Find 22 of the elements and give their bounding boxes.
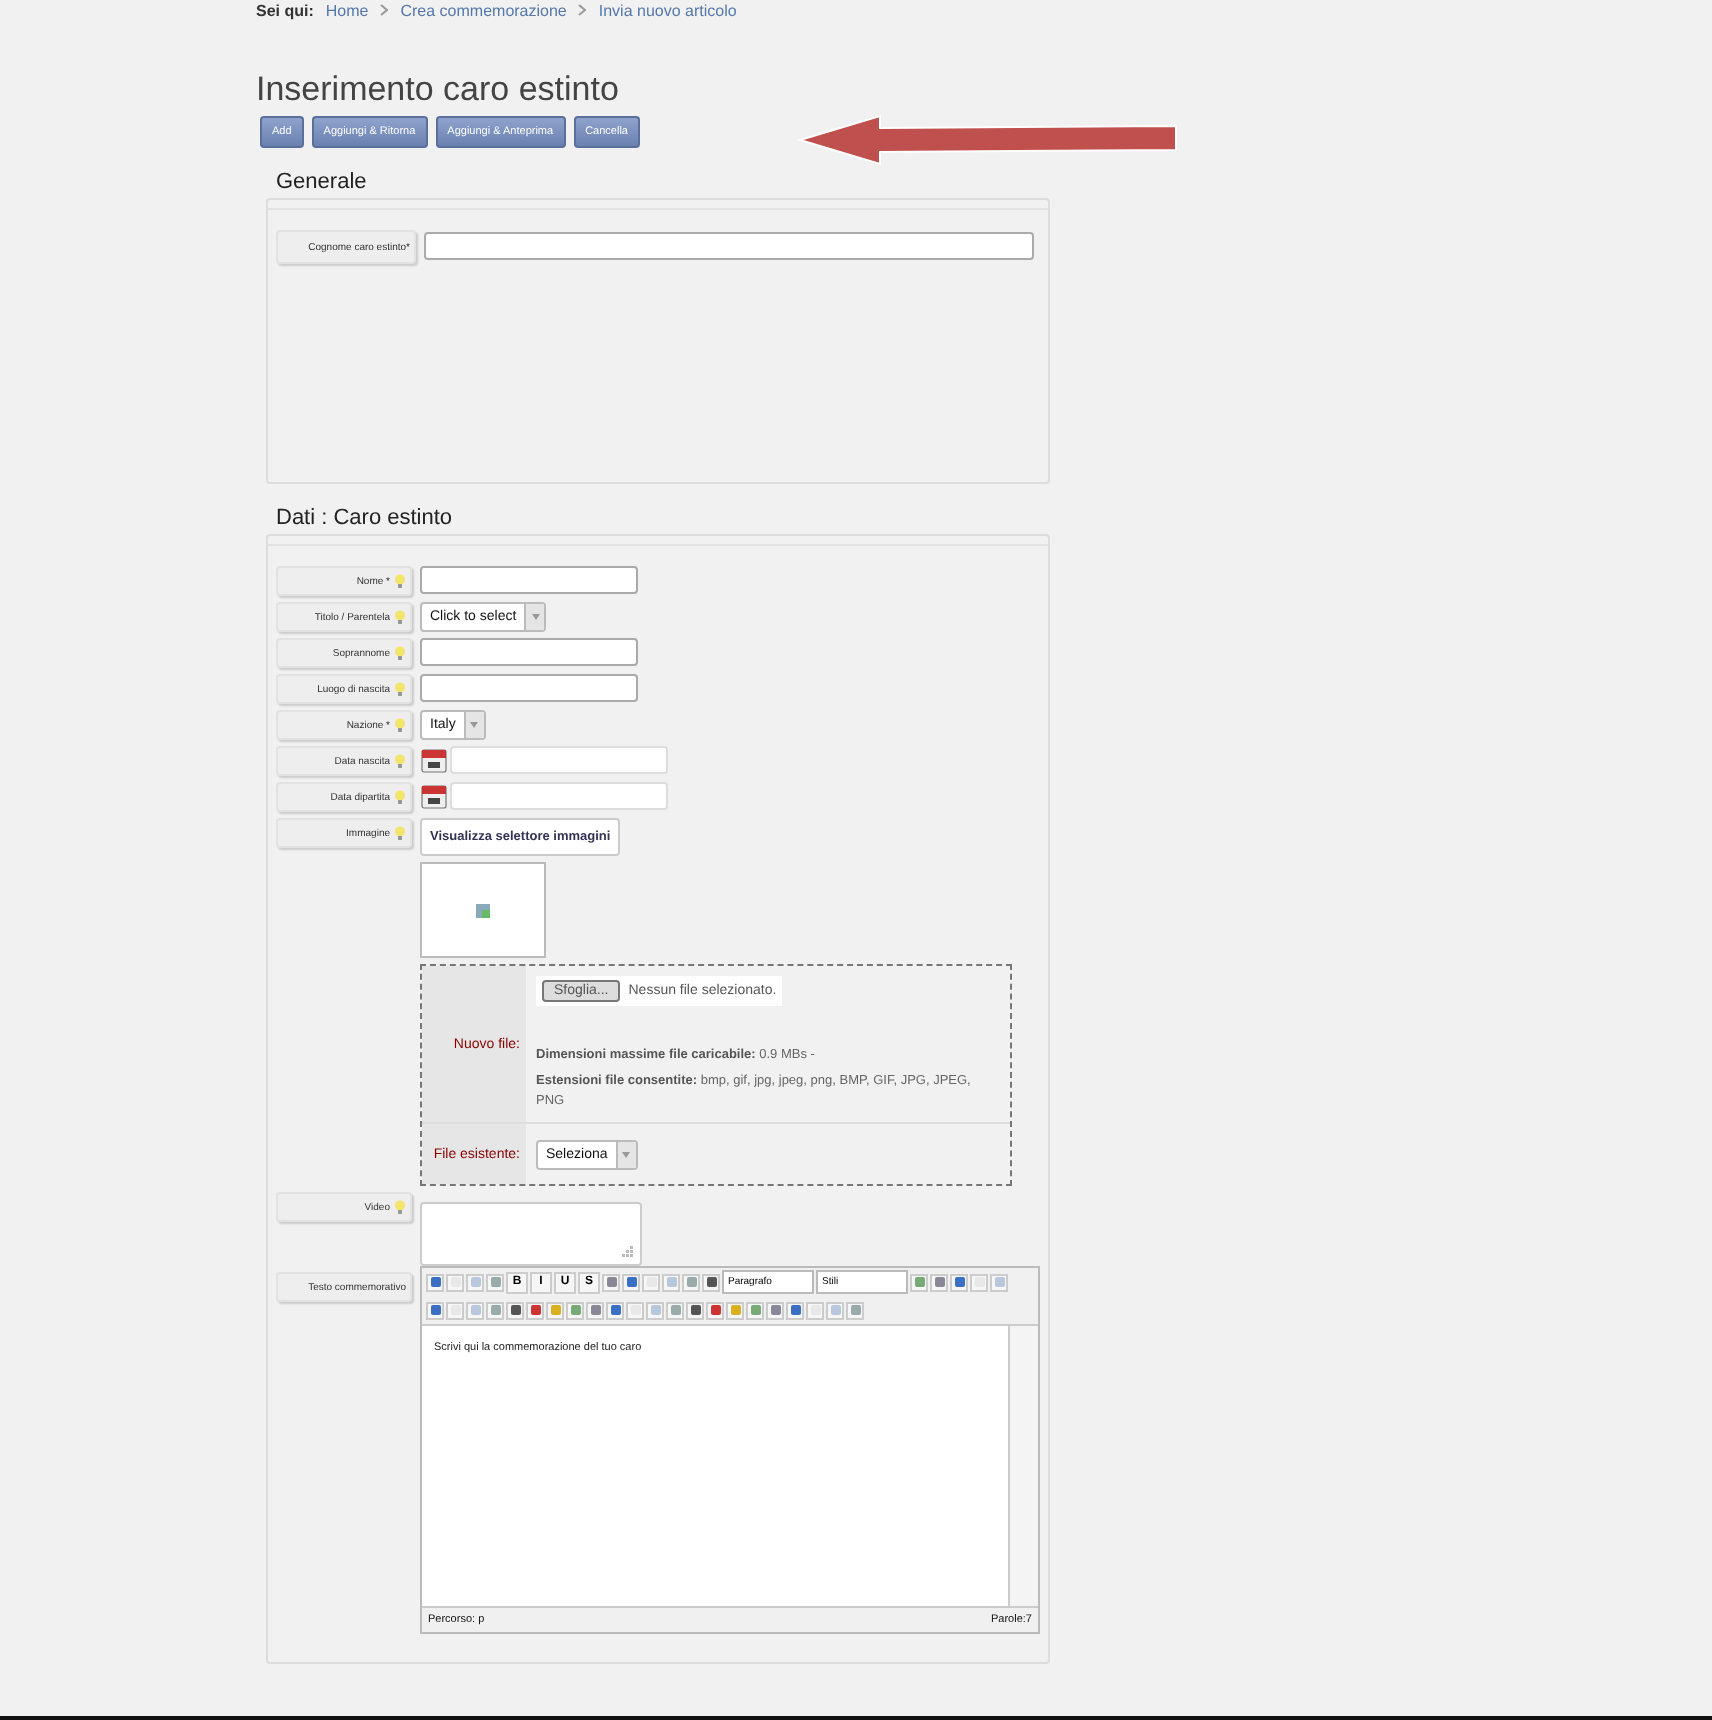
text-field[interactable] xyxy=(420,566,638,594)
breadcrumb-link[interactable]: Crea commemorazione xyxy=(400,1,567,19)
chevron-icon xyxy=(380,4,389,16)
caret-icon xyxy=(470,722,479,728)
date-field[interactable] xyxy=(450,782,668,810)
calendar-icon[interactable] xyxy=(420,747,448,773)
caret-icon xyxy=(531,614,540,620)
text-field[interactable] xyxy=(420,638,638,666)
calendar-icon[interactable] xyxy=(420,783,448,809)
chevron-icon xyxy=(578,4,587,16)
date-field[interactable] xyxy=(450,746,668,774)
breadcrumb-link[interactable]: Home xyxy=(325,1,369,19)
text-field[interactable] xyxy=(420,674,638,702)
section-title: Dati : Caro estinto xyxy=(276,506,455,530)
breadcrumb-label: Sei qui: xyxy=(256,1,314,19)
text-field[interactable] xyxy=(424,232,1034,260)
image-icon xyxy=(476,903,490,917)
section-title: Generale xyxy=(276,170,369,194)
resize-grip-icon[interactable] xyxy=(622,1246,634,1258)
page-title: Inserimento caro estinto xyxy=(256,70,621,110)
breadcrumb-link[interactable]: Invia nuovo articolo xyxy=(598,1,737,19)
caret-icon xyxy=(622,1151,631,1157)
